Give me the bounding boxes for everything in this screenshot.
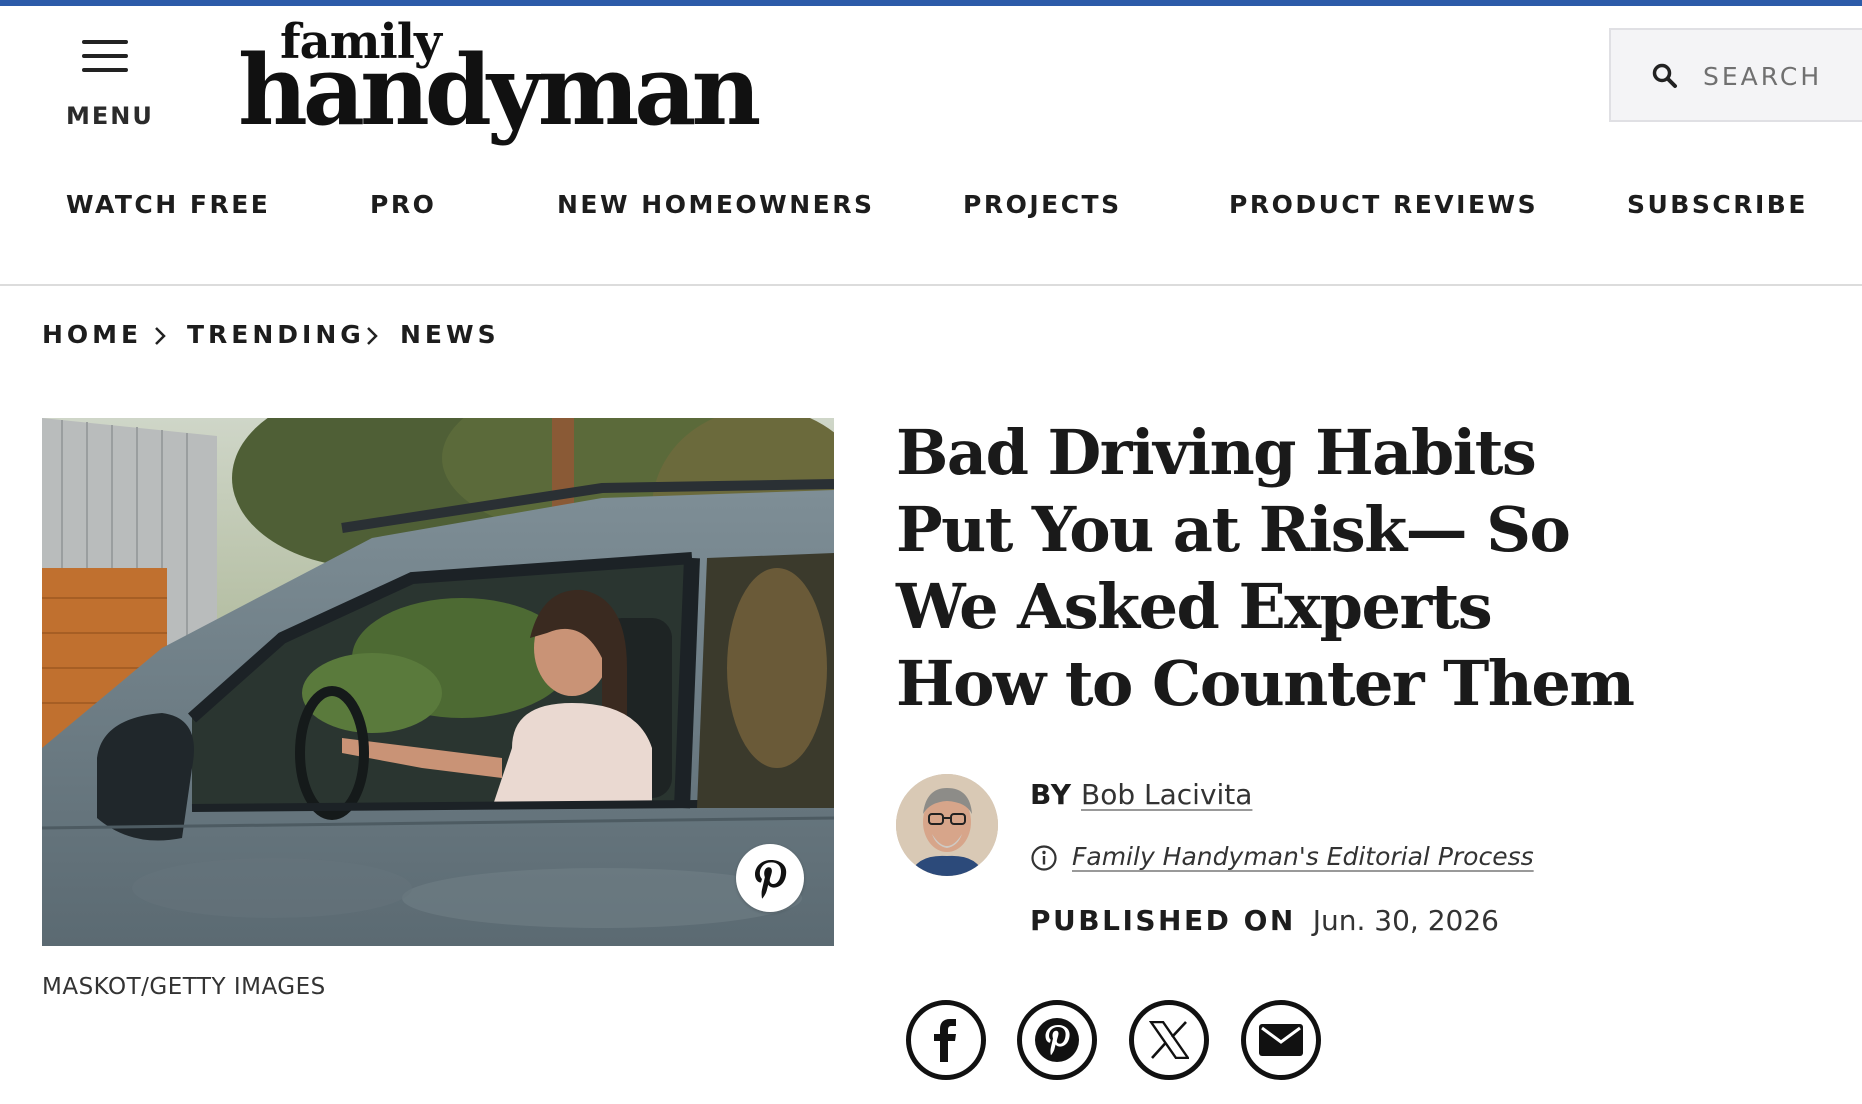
logo-handyman-text: handyman — [238, 34, 761, 147]
nav-divider — [0, 284, 1862, 286]
woman-in-car-photo — [42, 418, 834, 946]
breadcrumb-trending[interactable]: TRENDING — [187, 320, 365, 349]
share-x-button[interactable] — [1129, 1000, 1209, 1080]
pinterest-icon — [1035, 1018, 1079, 1062]
nav-item-new-homeowners[interactable]: NEW HOMEOWNERS — [557, 190, 875, 219]
search-icon — [1652, 63, 1677, 88]
search-placeholder: SEARCH — [1703, 62, 1823, 91]
author-avatar[interactable] — [896, 774, 998, 876]
author-link[interactable]: Bob Lacivita — [1081, 778, 1252, 811]
hamburger-icon — [82, 40, 128, 72]
nav-item-pro[interactable]: PRO — [370, 190, 436, 219]
author-photo — [896, 774, 998, 876]
site-logo[interactable]: family handyman — [238, 14, 761, 147]
info-icon — [1031, 845, 1057, 871]
menu-button[interactable]: MENU — [56, 36, 154, 132]
breadcrumb-news[interactable]: NEWS — [400, 320, 500, 349]
pinterest-icon — [755, 860, 787, 899]
share-email-button[interactable] — [1241, 1000, 1321, 1080]
nav-item-subscribe[interactable]: SUBSCRIBE — [1627, 190, 1808, 219]
facebook-icon — [934, 1019, 956, 1062]
article-title: Bad Driving Habits Put You at Risk— So W… — [896, 416, 1635, 720]
hero-image — [42, 418, 834, 946]
search-input[interactable]: SEARCH — [1609, 28, 1862, 122]
pin-it-button[interactable] — [736, 844, 804, 912]
published-label: PUBLISHED ON — [1030, 904, 1296, 937]
by-label: BY — [1030, 778, 1073, 811]
menu-label: MENU — [66, 102, 154, 130]
published-date-value: Jun. 30, 2026 — [1312, 904, 1499, 937]
breadcrumb-home[interactable]: HOME — [42, 320, 142, 349]
nav-item-projects[interactable]: PROJECTS — [963, 190, 1122, 219]
published-date: PUBLISHED ON Jun. 30, 2026 — [1030, 904, 1499, 937]
editorial-process-text: Family Handyman's Editorial Process — [1072, 842, 1534, 871]
nav-item-watch-free[interactable]: WATCH FREE — [66, 190, 270, 219]
share-pinterest-button[interactable] — [1017, 1000, 1097, 1080]
share-facebook-button[interactable] — [906, 1000, 986, 1080]
nav-item-product-reviews[interactable]: PRODUCT REVIEWS — [1229, 190, 1538, 219]
chevron-right-icon — [155, 327, 166, 345]
main-nav: WATCH FREE PRO NEW HOMEOWNERS PROJECTS P… — [0, 190, 1862, 230]
x-icon — [1149, 1021, 1189, 1059]
byline: BY Bob Lacivita — [1030, 778, 1252, 811]
chevron-right-icon — [367, 327, 378, 345]
image-credit: MASKOT/GETTY IMAGES — [42, 974, 326, 1000]
top-accent-bar — [0, 0, 1862, 6]
email-icon — [1259, 1024, 1303, 1056]
